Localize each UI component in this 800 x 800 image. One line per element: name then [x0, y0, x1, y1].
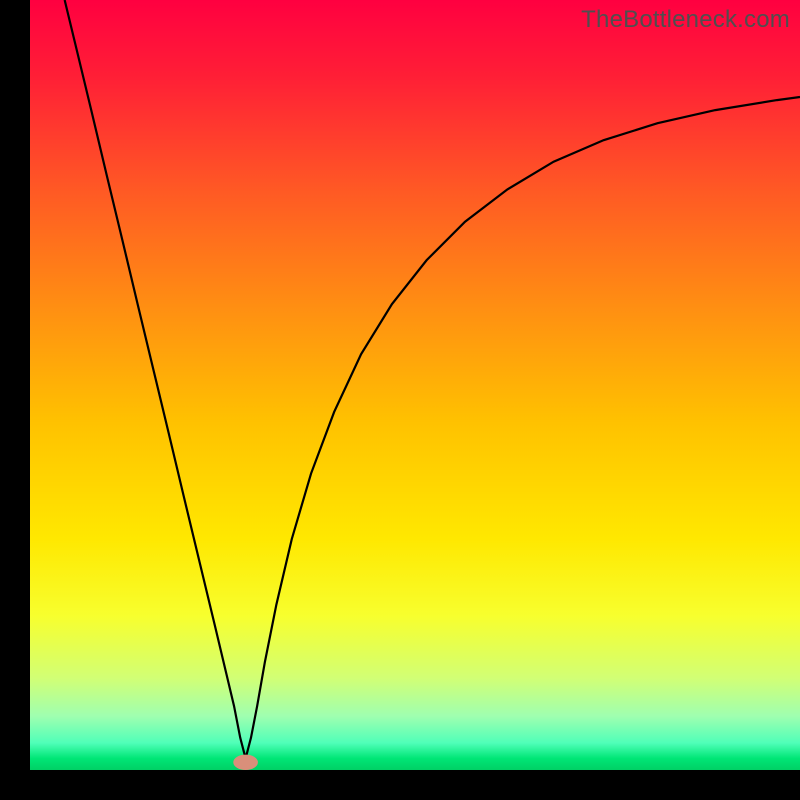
bottleneck-chart	[30, 0, 800, 770]
chart-frame	[30, 0, 800, 770]
watermark-label: TheBottleneck.com	[581, 6, 790, 34]
chart-background	[30, 0, 800, 770]
min-marker	[233, 755, 258, 770]
